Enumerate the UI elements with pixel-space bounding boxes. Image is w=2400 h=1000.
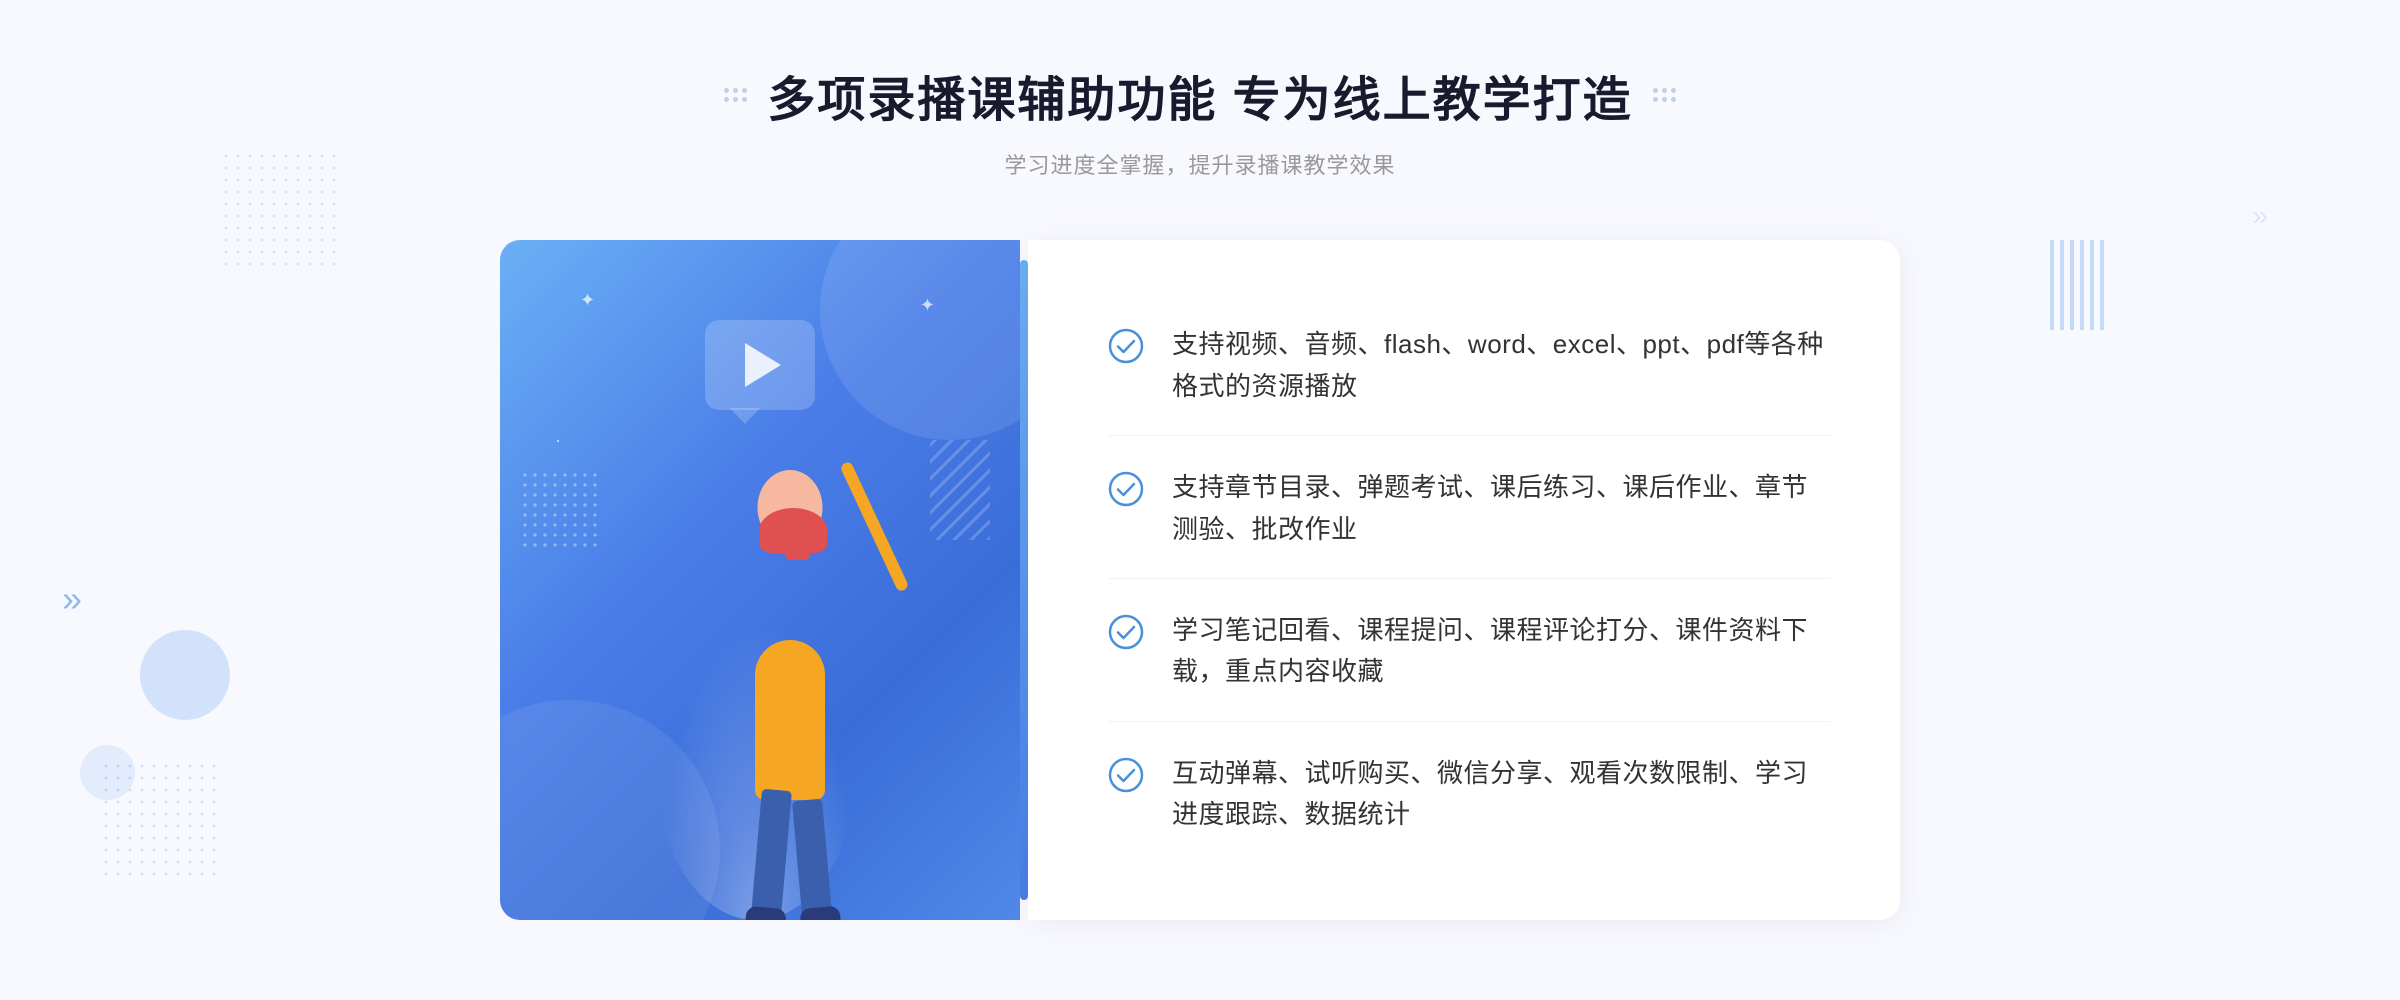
check-icon-2 (1108, 471, 1144, 507)
header-deco-left (724, 88, 747, 102)
deco-circle-2 (80, 745, 135, 800)
check-icon-4 (1108, 757, 1144, 793)
subtitle: 学习进度全掌握，提升录播课教学效果 (724, 148, 1675, 180)
page-container: » » 多项录播课辅助功能 专为线上教学打造 学习进度全掌握，提升录播课教学效果 (0, 0, 2400, 1000)
blue-bar-divider (1020, 260, 1028, 900)
figure-body (755, 640, 825, 800)
feature-text-2: 支持章节目录、弹题考试、课后练习、课后作业、章节测验、批改作业 (1172, 467, 1830, 550)
check-icon-3 (1108, 614, 1144, 650)
sparkle-3: · (555, 430, 561, 451)
feature-item-1: 支持视频、音频、flash、word、excel、ppt、pdf等各种格式的资源… (1108, 296, 1830, 436)
sparkle-2: ✦ (920, 295, 935, 316)
header-section: 多项录播课辅助功能 专为线上教学打造 学习进度全掌握，提升录播课教学效果 (724, 60, 1675, 180)
header-title-wrapper: 多项录播课辅助功能 专为线上教学打造 (724, 60, 1675, 130)
deco-circle-1 (140, 630, 230, 720)
features-card: 支持视频、音频、flash、word、excel、ppt、pdf等各种格式的资源… (1028, 240, 1900, 920)
feature-text-3: 学习笔记回看、课程提问、课程评论打分、课件资料下载，重点内容收藏 (1172, 610, 1830, 693)
figure-leg-right (792, 799, 832, 920)
figure-hair (759, 508, 827, 553)
deco-chevrons-right: » (2252, 200, 2260, 232)
illus-dots (520, 470, 600, 550)
feature-text-4: 互动弹幕、试听购买、微信分享、观看次数限制、学习进度跟踪、数据统计 (1172, 753, 1830, 836)
dots-decoration-top-left (220, 150, 340, 270)
feature-item-2: 支持章节目录、弹题考试、课后练习、课后作业、章节测验、批改作业 (1108, 439, 1830, 579)
feature-text-1: 支持视频、音频、flash、word、excel、ppt、pdf等各种格式的资源… (1172, 324, 1830, 407)
figure-head (758, 470, 823, 545)
play-bubble (705, 320, 815, 410)
main-title: 多项录播课辅助功能 专为线上教学打造 (767, 60, 1632, 130)
feature-item-4: 互动弹幕、试听购买、微信分享、观看次数限制、学习进度跟踪、数据统计 (1108, 725, 1830, 864)
figure-illustration (640, 420, 940, 920)
sparkle-1: ✦ (580, 290, 595, 311)
check-icon-1 (1108, 328, 1144, 364)
deco-stripes (2050, 240, 2110, 330)
figure-shoe-right (799, 906, 841, 920)
figure-shoe-left (745, 906, 787, 920)
feature-item-3: 学习笔记回看、课程提问、课程评论打分、课件资料下载，重点内容收藏 (1108, 582, 1830, 722)
play-icon (745, 343, 781, 387)
deco-chevrons-left: » (62, 578, 74, 620)
content-wrapper: ✦ ✦ · (500, 240, 1900, 920)
figure-arm (839, 461, 909, 593)
illustration-area: ✦ ✦ · (500, 240, 1020, 920)
figure-leg-left (751, 789, 792, 920)
header-deco-right (1653, 88, 1676, 102)
